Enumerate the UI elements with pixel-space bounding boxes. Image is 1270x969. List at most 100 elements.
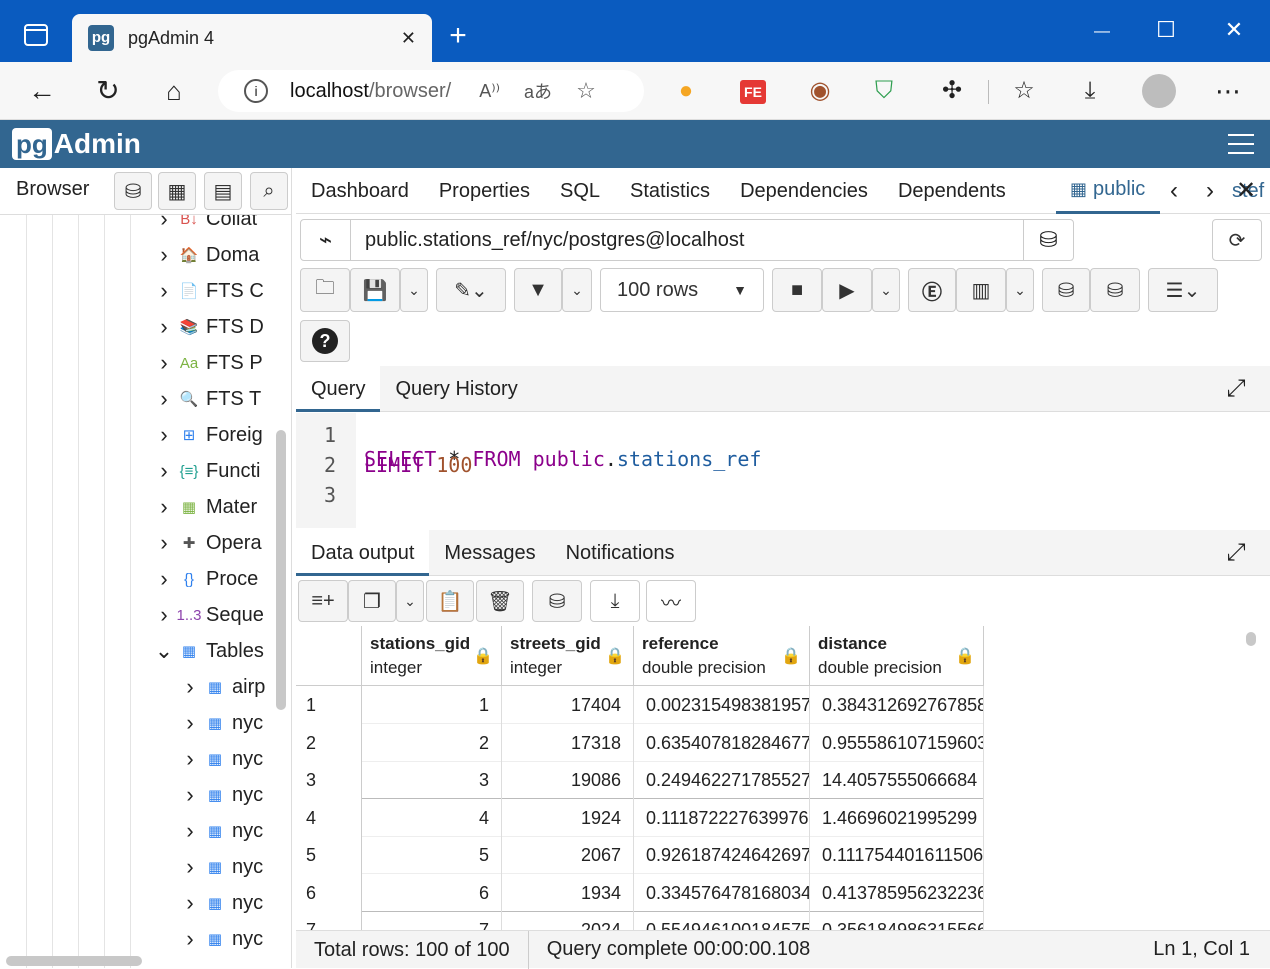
delete-button[interactable]: 🗑 — [476, 580, 524, 622]
tab-sql[interactable]: SQL — [545, 168, 615, 214]
tree-item[interactable]: › ✚ Opera — [152, 525, 270, 561]
row-number[interactable]: 5 — [296, 836, 362, 874]
hamburger-menu-icon[interactable] — [1228, 134, 1254, 154]
table-cell[interactable]: 0.111872227639976 — [634, 798, 810, 837]
table-tree-item[interactable]: › ▦ nyc — [178, 741, 270, 777]
table-cell[interactable]: 0.955586107159603 — [810, 723, 984, 762]
table-row[interactable]: 5 5 2067 0.926187424642697 0.111754401611506 — [296, 836, 984, 874]
extension-icon-1[interactable]: ● — [666, 71, 706, 111]
expand-results-icon[interactable]: ⤢ — [1220, 533, 1252, 573]
tab-dashboard[interactable]: Dashboard — [296, 168, 424, 214]
table-cell[interactable]: 2 — [362, 723, 502, 762]
tree-item[interactable]: › ▦ Mater — [152, 489, 270, 525]
save-data-button[interactable]: ⛁ — [532, 580, 582, 622]
table-cell[interactable]: 1924 — [502, 798, 634, 837]
tab-statistics[interactable]: Statistics — [615, 168, 725, 214]
execute-button[interactable]: ▶ — [822, 268, 872, 312]
table-tree-item[interactable]: › ▦ nyc — [178, 849, 270, 885]
table-tree-item[interactable]: › ▦ airp — [178, 669, 270, 705]
execute-dropdown-button[interactable]: ⌄ — [872, 268, 900, 312]
table-cell[interactable]: 6 — [362, 873, 502, 912]
refresh-button[interactable]: ↻ — [88, 71, 128, 111]
code-line-2[interactable]: LIMIT 100 — [364, 453, 472, 477]
table-cell[interactable]: 1 — [362, 686, 502, 724]
add-row-button[interactable]: ≡+ — [298, 580, 348, 622]
tree-item[interactable]: › 🏠 Doma — [152, 237, 270, 273]
stop-button[interactable]: ■ — [772, 268, 822, 312]
table-cell[interactable]: 2067 — [502, 836, 634, 874]
read-aloud-icon[interactable]: A⁾⁾ — [479, 81, 500, 102]
minimize-button[interactable]: — — [1082, 12, 1122, 52]
tree-scrollbar[interactable] — [276, 430, 286, 710]
table-cell[interactable]: 0.635407818284677 — [634, 723, 810, 762]
connection-status-icon[interactable]: ⌁ — [301, 220, 351, 260]
database-icon-button[interactable]: ⛁ — [114, 172, 152, 210]
table-row[interactable]: 6 6 1934 0.334576478168034 0.413785956232236 — [296, 873, 984, 912]
settings-menu-button[interactable]: ⋯ — [1208, 71, 1248, 111]
table-tree-item[interactable]: › ▦ nyc — [178, 705, 270, 741]
translate-icon[interactable]: aあ — [524, 78, 552, 104]
filter-dropdown-button[interactable]: ⌄ — [562, 268, 592, 312]
explain-dropdown-button[interactable]: ⌄ — [1006, 268, 1034, 312]
tree-item[interactable]: › {} Proce — [152, 561, 270, 597]
site-info-icon[interactable]: i — [244, 79, 268, 103]
tree-item[interactable]: › {≡} Functi — [152, 453, 270, 489]
table-cell[interactable]: 0.111754401611506 — [810, 836, 984, 874]
tabs-prev-icon[interactable]: ‹ — [1160, 171, 1188, 211]
horizontal-scrollbar[interactable] — [6, 956, 142, 966]
chevron-right-icon[interactable]: › — [178, 674, 202, 700]
tree-item[interactable]: ⌄ ▦ Tables — [152, 633, 270, 669]
table-cell[interactable]: 4 — [362, 798, 502, 837]
row-number[interactable]: 2 — [296, 723, 362, 762]
commit-button[interactable]: ⛁ — [1042, 268, 1090, 312]
chevron-right-icon[interactable]: › — [152, 602, 176, 628]
table-filter-button[interactable]: ▤ — [204, 172, 242, 210]
chevron-right-icon[interactable]: › — [152, 350, 176, 376]
paste-button[interactable]: 📋 — [426, 580, 474, 622]
chevron-right-icon[interactable]: › — [152, 278, 176, 304]
chevron-right-icon[interactable]: › — [152, 566, 176, 592]
tab-dependents[interactable]: Dependents — [883, 168, 1021, 214]
grid-vertical-scrollbar[interactable] — [1246, 632, 1256, 646]
tab-query[interactable]: Query — [296, 366, 381, 412]
row-number[interactable]: 4 — [296, 798, 362, 837]
back-button[interactable]: ← — [22, 71, 62, 111]
chevron-right-icon[interactable]: › — [178, 890, 202, 916]
table-cell[interactable]: 0.384312692767858 — [810, 686, 984, 724]
extension-fe-icon[interactable]: FE — [740, 80, 766, 104]
chevron-right-icon[interactable]: › — [152, 530, 176, 556]
table-row[interactable]: 4 4 1924 0.111872227639976 1.46696021995299 — [296, 798, 984, 837]
chevron-right-icon[interactable]: › — [152, 386, 176, 412]
window-close-button[interactable]: ✕ — [1214, 10, 1254, 50]
row-number[interactable]: 7 — [296, 911, 362, 930]
table-row[interactable]: 7 7 2024 0.554946100184575 0.356184986315566 — [296, 911, 984, 930]
table-tree-item[interactable]: › ▦ nyc — [178, 921, 270, 957]
explain-button[interactable]: Ⓔ — [908, 268, 956, 312]
database-icon[interactable]: ⛁ — [1023, 220, 1073, 260]
rollback-button[interactable]: ⛁ — [1090, 268, 1140, 312]
tab-properties[interactable]: Properties — [424, 168, 545, 214]
column-header[interactable]: streets_gid integer 🔒 — [502, 626, 634, 686]
table-cell[interactable]: 0.413785956232236 — [810, 873, 984, 912]
chevron-right-icon[interactable]: › — [178, 782, 202, 808]
new-tab-button[interactable]: + — [440, 16, 476, 56]
tree-item[interactable]: › 📚 FTS D — [152, 309, 270, 345]
copy-dropdown-button[interactable]: ⌄ — [396, 580, 424, 622]
save-dropdown-button[interactable]: ⌄ — [400, 268, 428, 312]
chevron-right-icon[interactable]: › — [178, 854, 202, 880]
search-icon[interactable]: ⌕ — [250, 172, 288, 210]
table-row[interactable]: 3 3 19086 0.249462271785527 14.4057555066684 — [296, 761, 984, 799]
table-cell[interactable]: 17318 — [502, 723, 634, 762]
filter-button[interactable]: ▼ — [514, 268, 562, 312]
tree-item[interactable]: › B↓ Collat — [152, 215, 270, 237]
table-tree-item[interactable]: › ▦ nyc — [178, 813, 270, 849]
chevron-right-icon[interactable]: › — [152, 494, 176, 520]
maximize-button[interactable]: ☐ — [1146, 10, 1186, 50]
save-file-button[interactable]: 💾 — [350, 268, 400, 312]
table-cell[interactable]: 0.334576478168034 — [634, 873, 810, 912]
downloads-icon[interactable]: ⤓ — [1070, 71, 1110, 111]
tree-item[interactable]: › ⊞ Foreig — [152, 417, 270, 453]
tab-dependencies[interactable]: Dependencies — [725, 168, 883, 214]
expand-editor-icon[interactable]: ⤢ — [1220, 369, 1252, 409]
rows-limit-select[interactable]: 100 rows ▼ — [600, 268, 764, 312]
